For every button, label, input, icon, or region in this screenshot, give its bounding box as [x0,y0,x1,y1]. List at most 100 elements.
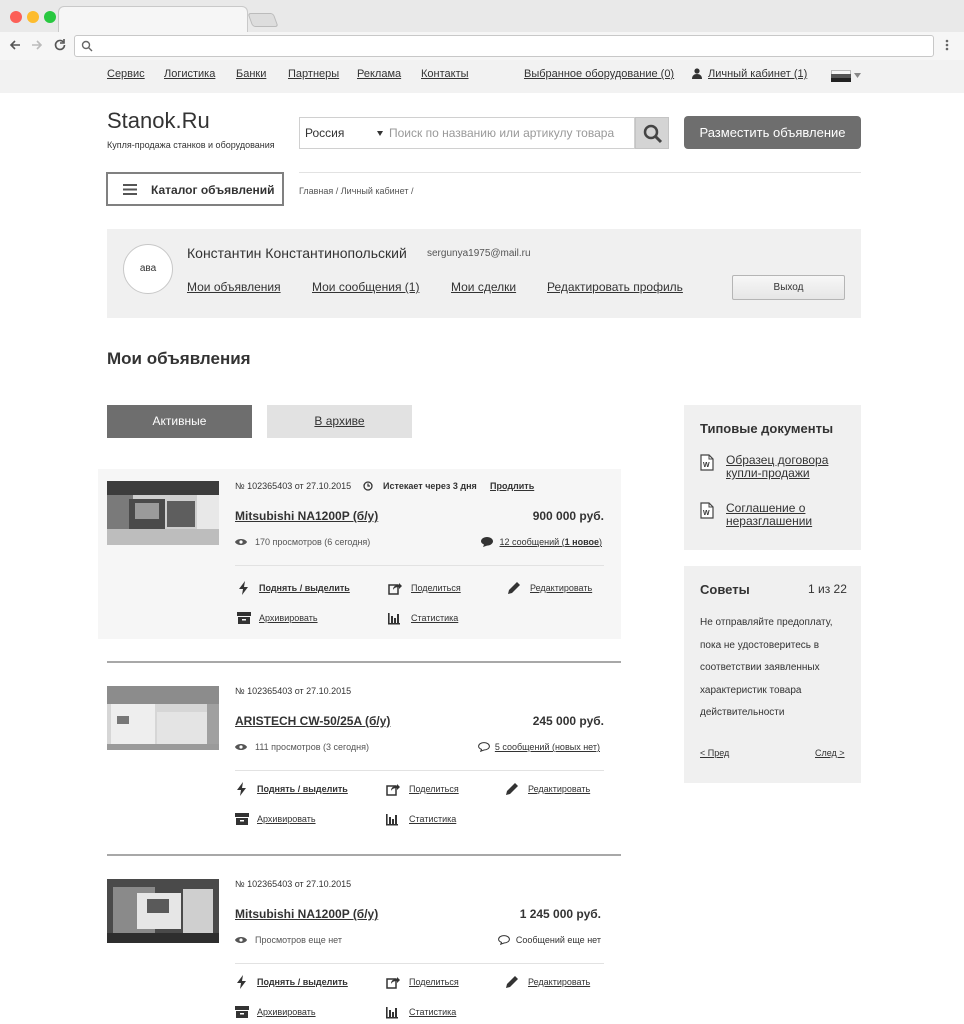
my-ads-link[interactable]: Мои объявления [187,280,281,294]
edit-link[interactable]: Редактировать [530,583,592,593]
listing-card: № 102365403 от 27.10.2015 Mitsubishi NA1… [98,867,621,1024]
clock-icon [363,481,373,491]
search-button[interactable] [635,117,669,149]
post-ad-button[interactable]: Разместить объявление [684,116,861,149]
bar-chart-icon [388,613,400,625]
back-arrow-icon[interactable] [8,38,22,52]
breadcrumb[interactable]: Главная / Личный кабинет / [299,186,413,196]
tips-prev-link[interactable]: < Пред [700,748,729,758]
catalog-label: Каталог объявлений [151,183,275,197]
listing-photo[interactable] [107,481,219,545]
edit-link[interactable]: Редактировать [528,784,590,794]
archive-link[interactable]: Архивировать [257,814,316,824]
listing-price: 245 000 руб. [532,714,604,728]
page-title: Мои объявления [107,349,251,368]
share-link[interactable]: Поделиться [409,784,459,794]
archive-link[interactable]: Архивировать [259,613,318,623]
edit-link[interactable]: Редактировать [528,977,590,987]
chevron-down-icon[interactable] [854,73,861,78]
tips-panel: Советы 1 из 22 Не отправляйте предоплату… [684,566,861,783]
messages-link[interactable]: 5 сообщений (новых нет) [495,742,600,752]
search-icon [643,124,663,144]
listing-title[interactable]: Mitsubishi NA1200P (б/у) [235,509,378,523]
edit-profile-link[interactable]: Редактировать профиль [547,280,683,294]
nav-logistics[interactable]: Логистика [164,68,215,80]
listing-separator [235,770,604,771]
tips-next-link[interactable]: След > [815,748,845,758]
listing-price: 900 000 руб. [532,509,604,523]
search-input[interactable]: Поиск по названию или артикулу товара [387,117,635,149]
pencil-icon [506,783,518,795]
browser-tab[interactable] [58,6,248,32]
listing-card: № 102365403 от 27.10.2015 ARISTECH CW-50… [98,674,621,844]
nav-service[interactable]: Сервис [107,68,145,80]
nda-link[interactable]: Соглашение о неразглашении [726,502,826,528]
header-divider [299,172,861,173]
reload-icon[interactable] [53,38,67,52]
site-tagline: Купля-продажа станков и оборудования [107,140,275,150]
stats-link[interactable]: Статистика [409,1007,456,1017]
raise-link[interactable]: Поднять / выделить [259,583,350,593]
maximize-window-icon[interactable] [44,11,56,23]
logout-button[interactable]: Выход [732,275,845,300]
documents-title: Типовые документы [700,421,834,436]
browser-menu-icon[interactable] [943,38,951,52]
pencil-icon [506,976,518,988]
raise-link[interactable]: Поднять / выделить [257,977,348,987]
close-window-icon[interactable] [10,11,22,23]
listing-number: № 102365403 от 27.10.2015 [235,686,352,696]
listing-photo[interactable] [107,686,219,750]
nav-banks[interactable]: Банки [236,68,266,80]
bar-chart-icon [386,814,398,826]
listing-divider [107,661,621,663]
svg-text:W: W [703,510,710,517]
stats-link[interactable]: Статистика [409,814,456,824]
listing-divider [107,854,621,856]
favorites-link[interactable]: Выбранное оборудование (0) [524,68,674,80]
contract-sample-link[interactable]: Образец договора купли-продажи [726,454,846,480]
messages-status: Сообщений еще нет [515,935,601,945]
documents-panel: Типовые документы W Образец договора куп… [684,405,861,550]
listing-number: № 102365403 от 27.10.2015 [235,481,352,491]
listing-title[interactable]: Mitsubishi NA1200P (б/у) [235,907,378,921]
messages-new: 1 новое [564,537,599,547]
flag-icon[interactable] [831,70,851,82]
stats-link[interactable]: Статистика [411,613,458,623]
listing-separator [235,963,604,964]
listing-card: № 102365403 от 27.10.2015 Истекает через… [98,469,621,639]
catalog-button[interactable]: Каталог объявлений [106,172,284,206]
listing-title[interactable]: ARISTECH CW-50/25A (б/у) [235,714,390,728]
messages-link[interactable]: 12 сообщений (1 новое) [500,537,602,547]
region-select[interactable]: Россия [299,117,388,149]
share-link[interactable]: Поделиться [411,583,461,593]
lightning-icon [239,581,248,595]
my-deals-link[interactable]: Мои сделки [451,280,516,294]
site-logo[interactable]: Stanok.Ru [107,108,210,134]
lightning-icon [237,782,246,796]
raise-link[interactable]: Поднять / выделить [257,784,348,794]
listing-photo[interactable] [107,879,219,943]
tab-archive[interactable]: В архиве [267,405,412,438]
new-tab-button[interactable] [247,13,279,27]
archive-box-icon [237,612,251,624]
nav-advertising[interactable]: Реклама [357,68,401,80]
profile-name: Константин Константинопольский [187,245,407,261]
prolong-link[interactable]: Продлить [490,481,534,491]
share-link[interactable]: Поделиться [409,977,459,987]
my-messages-link[interactable]: Мои сообщения (1) [312,280,419,294]
address-bar[interactable] [74,35,934,57]
profile-email: sergunya1975@mail.ru [427,248,531,259]
nav-contacts[interactable]: Контакты [421,68,469,80]
search-icon [81,40,93,52]
share-icon [386,784,400,796]
archive-link[interactable]: Архивировать [257,1007,316,1017]
nav-partners[interactable]: Партнеры [288,68,339,80]
tab-active[interactable]: Активные [107,405,252,438]
avatar[interactable]: ава [123,244,173,294]
user-icon [692,68,702,79]
comment-icon [481,537,493,547]
forward-arrow-icon[interactable] [30,38,44,52]
archive-box-icon [235,1006,249,1018]
cabinet-link[interactable]: Личный кабинет (1) [708,68,807,80]
minimize-window-icon[interactable] [27,11,39,23]
